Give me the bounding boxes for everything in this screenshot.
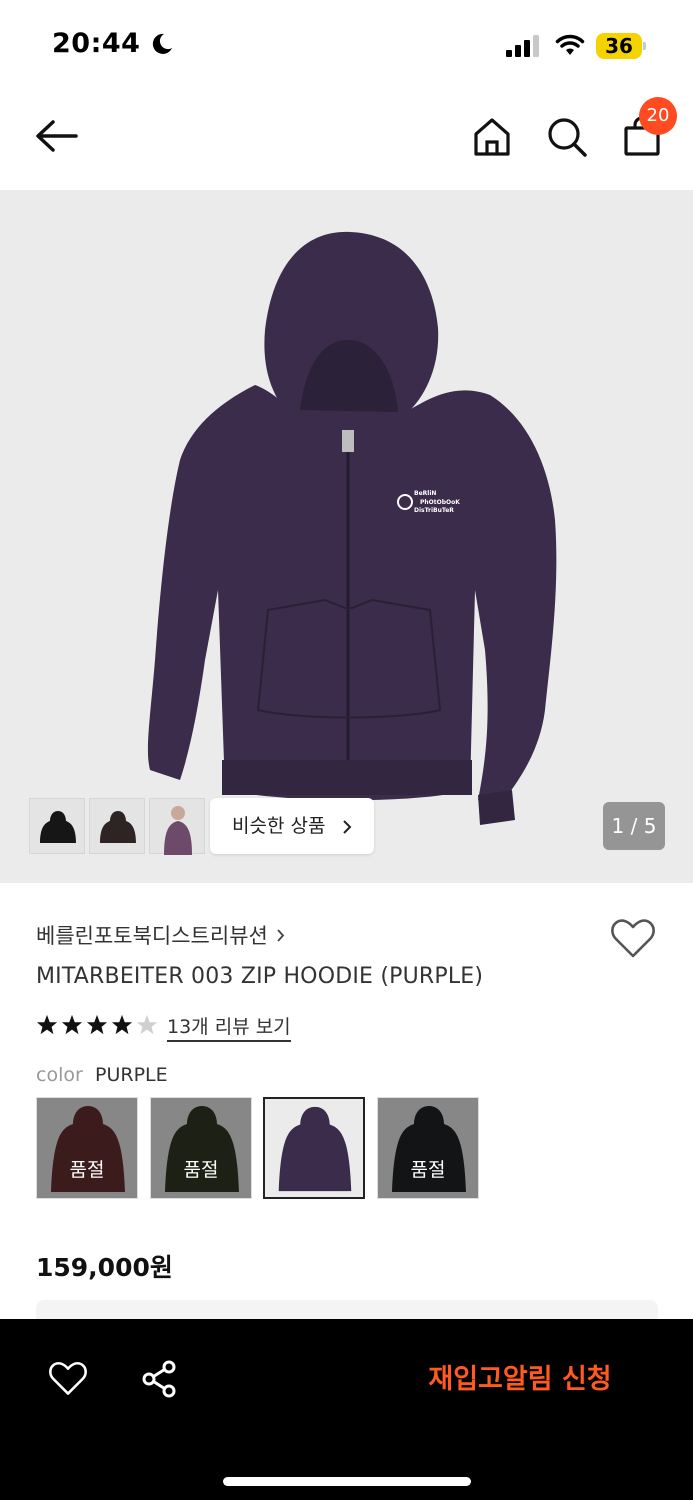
home-indicator[interactable]	[223, 1477, 471, 1486]
share-icon[interactable]	[140, 1360, 178, 1398]
similar-products-button[interactable]: 비슷한 상품	[210, 798, 374, 854]
status-time: 20:44	[52, 28, 141, 59]
top-nav-bar	[0, 92, 693, 190]
wifi-icon	[555, 34, 585, 55]
color-option-olive[interactable]: 품절	[150, 1097, 252, 1199]
thumbnail-dark-hoodie[interactable]	[89, 798, 145, 854]
star-filled-icon	[36, 1014, 58, 1035]
restock-alert-button[interactable]: 재입고알림 신청	[405, 1360, 635, 1400]
chevron-right-icon	[343, 820, 352, 834]
back-arrow-icon[interactable]	[34, 116, 80, 156]
hoodie-product-image: BeRliN PhOtObOoK DisTriBuTeR	[147, 231, 557, 825]
color-value: PURPLE	[95, 1064, 168, 1086]
search-icon[interactable]	[546, 116, 588, 158]
star-filled-icon	[111, 1014, 133, 1035]
similar-products-label: 비슷한 상품	[232, 815, 326, 837]
soldout-label: 품절	[37, 1098, 137, 1198]
star-empty-icon	[136, 1014, 158, 1035]
status-bar: 20:44 36	[0, 0, 693, 92]
wishlist-heart-icon[interactable]	[610, 918, 656, 960]
color-label: color	[36, 1064, 83, 1086]
rating-stars	[36, 1014, 158, 1040]
battery-indicator: 36	[596, 33, 646, 59]
thumbnail-model-hoodie[interactable]	[149, 798, 205, 855]
review-link[interactable]: 13개 리뷰 보기	[167, 1012, 291, 1042]
soldout-label: 품절	[378, 1098, 478, 1198]
image-page-counter: 1 / 5	[603, 802, 665, 850]
thumbnail-black-hoodie[interactable]	[29, 798, 85, 854]
color-option-charcoal[interactable]: 품절	[377, 1097, 479, 1199]
product-price: 159,000원	[36, 1253, 173, 1282]
signal-icon	[506, 35, 539, 57]
home-icon[interactable]	[472, 116, 512, 158]
color-option-burgundy[interactable]: 품절	[36, 1097, 138, 1199]
hoodie-print-line-1: BeRliN	[414, 490, 436, 497]
bottom-action-bar	[0, 1319, 693, 1500]
star-filled-icon	[86, 1014, 108, 1035]
product-image-gallery[interactable]: BeRliN PhOtObOoK DisTriBuTeR 비슷한 상품 1 / …	[0, 190, 693, 883]
wishlist-heart-icon[interactable]	[48, 1361, 88, 1397]
brand-name: 베를린포토북디스트리뷰션	[36, 924, 268, 948]
soldout-label: 품절	[151, 1098, 251, 1198]
product-title: MITARBEITER 003 ZIP HOODIE (PURPLE)	[36, 964, 484, 989]
brand-link[interactable]: 베를린포토북디스트리뷰션	[36, 920, 285, 950]
moon-icon	[152, 33, 172, 54]
hoodie-print-line-2: PhOtObOoK	[420, 499, 460, 506]
battery-level: 36	[605, 34, 633, 58]
star-filled-icon	[61, 1014, 83, 1035]
color-option-purple[interactable]	[263, 1097, 365, 1199]
hoodie-print-line-3: DisTriBuTeR	[414, 507, 454, 514]
cart-count-badge[interactable]: 20	[639, 97, 677, 135]
chevron-right-icon	[277, 928, 285, 942]
